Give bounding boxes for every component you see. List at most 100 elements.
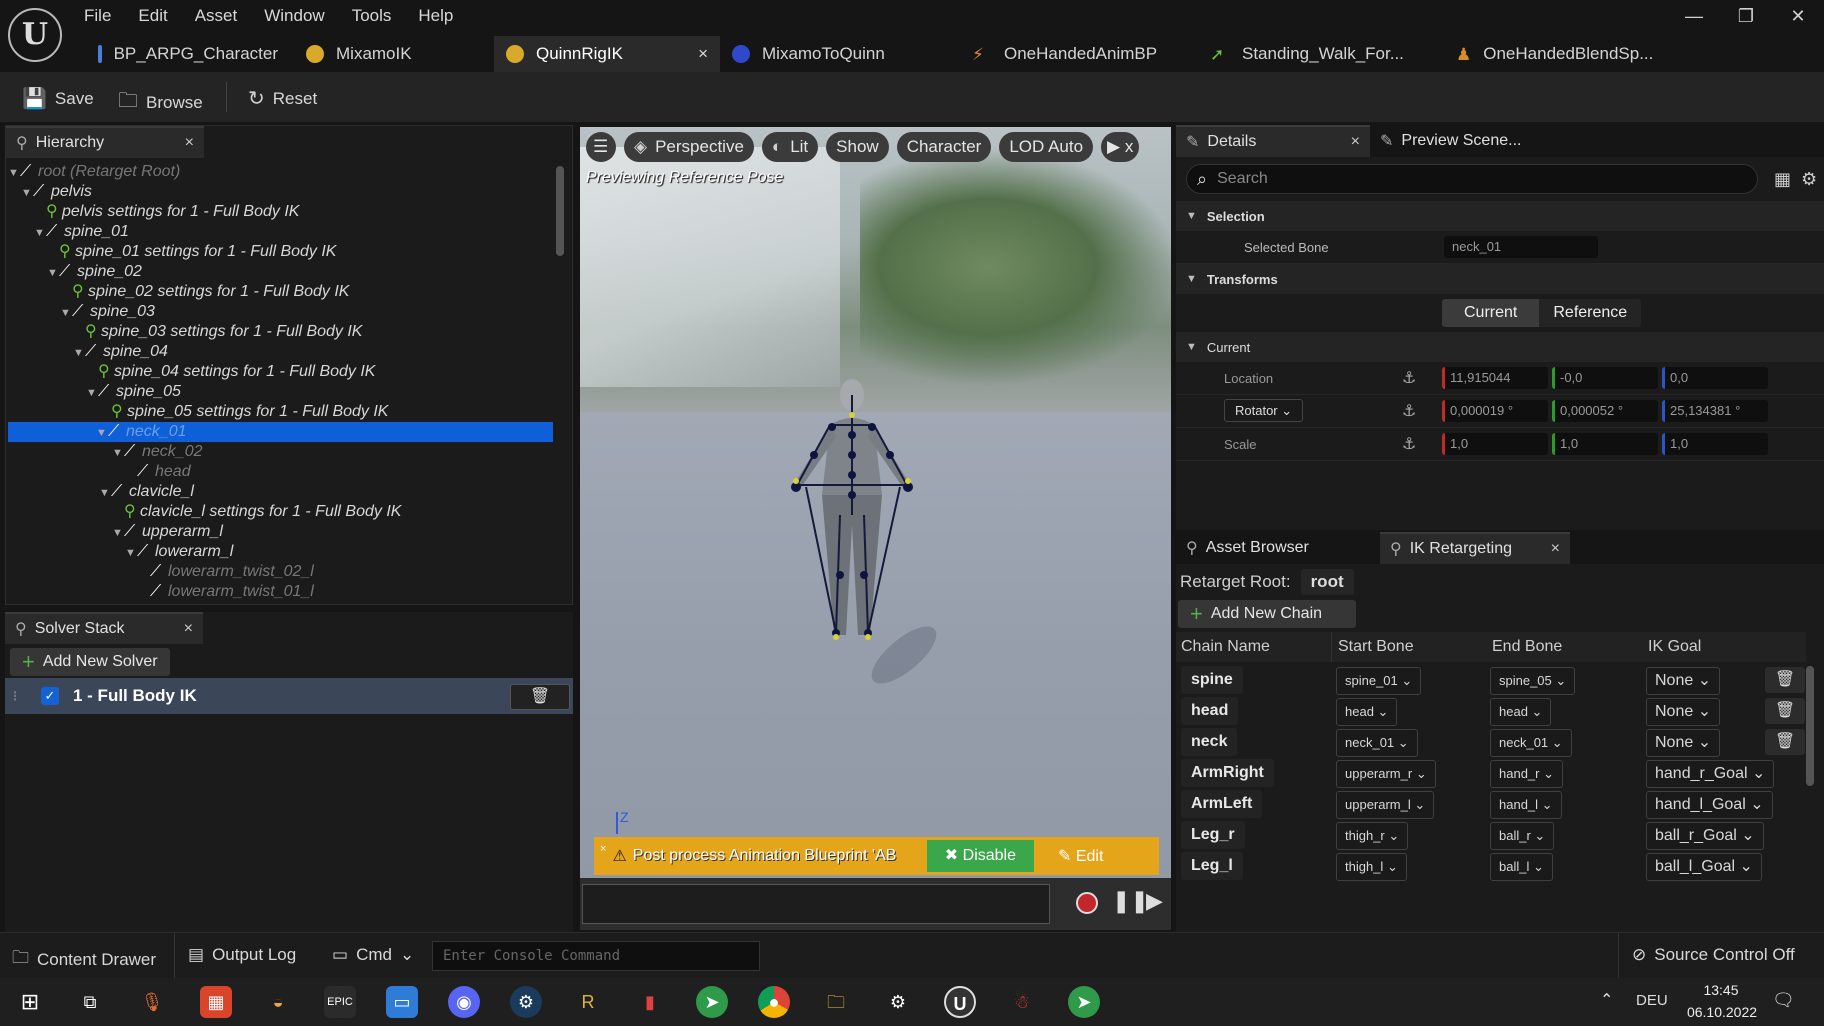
timeline-area[interactable] [582, 884, 1050, 924]
start-bone-dropdown[interactable]: thigh_l ⌄ [1336, 853, 1407, 881]
goal-settings-row[interactable]: ⚲ spine_04 settings for 1 - Full Body IK [8, 362, 553, 382]
expand-arrow-icon[interactable]: ▼ [86, 383, 98, 403]
menu-help[interactable]: Help [418, 6, 453, 26]
scale-y-field[interactable]: 1,0 [1552, 433, 1658, 455]
unreal-engine-icon[interactable]: U [944, 986, 976, 1018]
start-bone-dropdown[interactable]: neck_01 ⌄ [1336, 729, 1418, 757]
expand-arrow-icon[interactable]: ▼ [34, 223, 46, 243]
notebook-app-icon[interactable]: ▮ [634, 986, 666, 1018]
expand-arrow-icon[interactable]: ▼ [99, 483, 111, 503]
reference-button[interactable]: Reference [1539, 299, 1642, 327]
lit-button[interactable]: ◐ Lit [761, 132, 819, 162]
lod-button[interactable]: LOD Auto [999, 132, 1094, 162]
tab-mixamotoquinn[interactable]: MixamoToQuinn [720, 36, 960, 72]
ik-goal-dropdown[interactable]: None ⌄ [1646, 698, 1721, 726]
discord-icon[interactable]: ◉ [448, 986, 480, 1018]
tab-standing-walk[interactable]: ➚ Standing_Walk_For... [1198, 36, 1444, 72]
close-tab-icon[interactable]: × [1351, 133, 1360, 151]
play-speed-button[interactable]: ▶ x [1101, 132, 1140, 162]
delete-solver-button[interactable]: 🗑 [510, 684, 570, 710]
expand-arrow-icon[interactable]: ▼ [8, 163, 20, 183]
bone-row[interactable]: ⟋ head [8, 462, 553, 482]
minimize-button[interactable]: — [1668, 6, 1720, 27]
ik-goal-dropdown[interactable]: None ⌄ [1646, 667, 1721, 695]
chain-name[interactable]: Leg_l [1181, 852, 1243, 880]
viewport[interactable]: ☰ ◈ Perspective ◐ Lit Show Character LOD A… [580, 127, 1171, 930]
bone-row[interactable]: ▼⟋ lowerarm_l [8, 542, 553, 562]
bone-row[interactable]: ▼⟋ spine_04 [8, 342, 553, 362]
save-button[interactable]: 💾 Save [22, 86, 94, 111]
solver-stack-tab[interactable]: ⚲ Solver Stack × [5, 612, 203, 644]
content-drawer-button[interactable]: 🗀 Content Drawer [12, 945, 156, 974]
messenger-app-icon[interactable]: ➤ [696, 986, 728, 1018]
solver-item[interactable]: ⋮ ✓ 1 - Full Body IK [5, 678, 573, 714]
preview-scene-tab[interactable]: ✎ Preview Scene... [1370, 125, 1540, 157]
bone-row[interactable]: ▼⟋ spine_03 [8, 302, 553, 322]
goal-settings-row[interactable]: ⚲ spine_05 settings for 1 - Full Body IK [8, 402, 553, 422]
current-section[interactable]: ▼ Current [1176, 332, 1824, 362]
cmd-dropdown[interactable]: ▭ Cmd ⌄ [332, 945, 414, 965]
goal-settings-row[interactable]: ⚲ clavicle_l settings for 1 - Full Body I… [8, 502, 553, 522]
perspective-button[interactable]: ◈ Perspective [624, 132, 754, 162]
expand-arrow-icon[interactable]: ▼ [73, 343, 85, 363]
expand-arrow-icon[interactable]: ▼ [112, 523, 124, 543]
chain-name[interactable]: ArmRight [1181, 759, 1274, 787]
output-log-button[interactable]: ▤ Output Log [188, 945, 296, 965]
search-input[interactable]: Search [1217, 170, 1268, 188]
add-new-chain-button[interactable]: + Add New Chain [1178, 600, 1356, 628]
edit-button[interactable]: ✎ Edit [1058, 846, 1103, 866]
goal-settings-row[interactable]: ⚲ spine_01 settings for 1 - Full Body IK [8, 242, 553, 262]
close-tab-icon[interactable]: × [1551, 540, 1560, 558]
character-button[interactable]: Character [896, 132, 992, 162]
messenger-app-2-icon[interactable]: ➤ [1068, 986, 1100, 1018]
viewport-menu-button[interactable]: ☰ [586, 132, 616, 162]
ik-goal-dropdown[interactable]: hand_r_Goal ⌄ [1646, 760, 1775, 788]
ik-goal-dropdown[interactable]: ball_r_Goal ⌄ [1646, 822, 1764, 850]
location-y-field[interactable]: -0,0 [1552, 367, 1658, 389]
bone-row[interactable]: ▼⟋ upperarm_l [8, 522, 553, 542]
chain-name[interactable]: ArmLeft [1181, 790, 1263, 818]
rotator-dropdown[interactable]: Rotator ⌄ [1224, 399, 1304, 422]
santa-app-icon[interactable]: ☃ [1006, 986, 1038, 1018]
bone-row[interactable]: ▼⟋ neck_01 [8, 422, 553, 442]
tray-chevron-up-icon[interactable]: ⌃ [1600, 990, 1613, 1010]
goal-settings-row[interactable]: ⚲ pelvis settings for 1 - Full Body IK [8, 202, 553, 222]
end-bone-dropdown[interactable]: spine_05 ⌄ [1490, 667, 1576, 695]
clock-time[interactable]: 13:45 [1690, 982, 1752, 998]
tab-onehandedblendspace[interactable]: ♟ OneHandedBlendSp... [1444, 36, 1656, 72]
disable-button[interactable]: ✖ Disable [926, 840, 1034, 872]
details-tab[interactable]: ✎ Details × [1176, 125, 1370, 157]
reset-rotator-icon[interactable]: ⚓ [1402, 401, 1442, 421]
start-bone-dropdown[interactable]: thigh_r ⌄ [1336, 822, 1409, 850]
notifications-icon[interactable]: 🗨 [1772, 990, 1795, 1011]
expand-arrow-icon[interactable]: ▼ [60, 303, 72, 323]
expand-arrow-icon[interactable]: ▼ [47, 263, 59, 283]
chain-name[interactable]: Leg_r [1181, 821, 1245, 849]
task-view-icon[interactable]: ⧉ [74, 986, 106, 1018]
table-view-icon[interactable]: ▦ [1774, 169, 1791, 190]
steam-icon[interactable]: ⚙ [510, 986, 542, 1018]
chain-name[interactable]: spine [1181, 666, 1243, 694]
bone-tree[interactable]: ▼⟋ root (Retarget Root) ▼⟋ pelvis ⚲ pelvis se… [8, 162, 553, 602]
location-x-field[interactable]: 11,915044 [1442, 367, 1548, 389]
bone-row[interactable]: ▼⟋ clavicle_l [8, 482, 553, 502]
menu-file[interactable]: File [84, 6, 111, 26]
goal-settings-row[interactable]: ⚲ spine_02 settings for 1 - Full Body IK [8, 282, 553, 302]
end-bone-dropdown[interactable]: ball_r ⌄ [1490, 822, 1555, 850]
ik-goal-dropdown[interactable]: hand_l_Goal ⌄ [1646, 791, 1773, 819]
close-tab-icon[interactable]: × [698, 44, 708, 64]
menu-tools[interactable]: Tools [352, 6, 392, 26]
scale-x-field[interactable]: 1,0 [1442, 433, 1548, 455]
tab-bp-arpg-character[interactable]: BP_ARPG_Character [86, 36, 290, 72]
console-command-input[interactable]: Enter Console Command [432, 941, 760, 971]
dismiss-warning-icon[interactable]: × [600, 843, 606, 855]
file-explorer-icon[interactable]: 🗀 [820, 986, 852, 1018]
transforms-section[interactable]: ▼ Transforms [1176, 264, 1824, 294]
clock-date[interactable]: 06.10.2022 [1680, 1004, 1764, 1020]
expand-arrow-icon[interactable]: ▼ [21, 183, 33, 203]
keyboard-language[interactable]: DEU [1636, 992, 1668, 1009]
rotator-y-field[interactable]: 0,000052 ° [1552, 400, 1658, 422]
step-forward-button[interactable]: ▶ [1146, 888, 1163, 914]
end-bone-dropdown[interactable]: neck_01 ⌄ [1490, 729, 1572, 757]
expand-arrow-icon[interactable]: ▼ [96, 423, 108, 443]
